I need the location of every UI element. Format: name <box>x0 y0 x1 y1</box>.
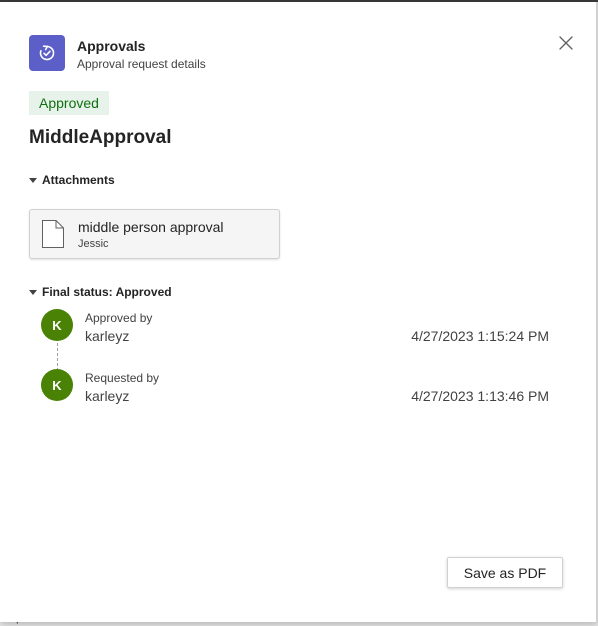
request-title: MiddleApproval <box>29 127 172 148</box>
requester-name: karleyz <box>85 388 130 404</box>
timeline-connector <box>57 343 58 371</box>
approved-by-label: Approved by <box>85 311 153 325</box>
caret-down-icon <box>29 289 37 295</box>
status-badge: Approved <box>29 91 109 115</box>
final-status-section-toggle[interactable]: Final status: Approved <box>29 285 172 299</box>
file-icon <box>42 220 64 248</box>
final-status-section-label: Final status: Approved <box>42 285 172 299</box>
requested-by-label: Requested by <box>85 371 160 385</box>
approver-name: karleyz <box>85 328 130 344</box>
app-subtitle: Approval request details <box>77 57 206 71</box>
approvals-icon <box>29 35 65 71</box>
save-as-pdf-button[interactable]: Save as PDF <box>447 557 563 588</box>
approved-timestamp: 4/27/2023 1:15:24 PM <box>411 328 549 344</box>
approval-details-dialog: Approvals Approval request details Appro… <box>0 2 598 622</box>
app-title: Approvals <box>77 38 146 54</box>
close-button[interactable] <box>554 31 578 55</box>
avatar: K <box>41 309 73 341</box>
attachment-name: middle person approval <box>78 219 224 235</box>
caret-down-icon <box>29 177 37 183</box>
attachments-section-label: Attachments <box>42 173 115 187</box>
close-icon <box>559 36 573 50</box>
requested-timestamp: 4/27/2023 1:13:46 PM <box>411 388 549 404</box>
attachment-card[interactable]: middle person approval Jessic <box>29 209 280 259</box>
avatar: K <box>41 369 73 401</box>
attachment-owner: Jessic <box>78 238 109 250</box>
attachments-section-toggle[interactable]: Attachments <box>29 173 115 187</box>
